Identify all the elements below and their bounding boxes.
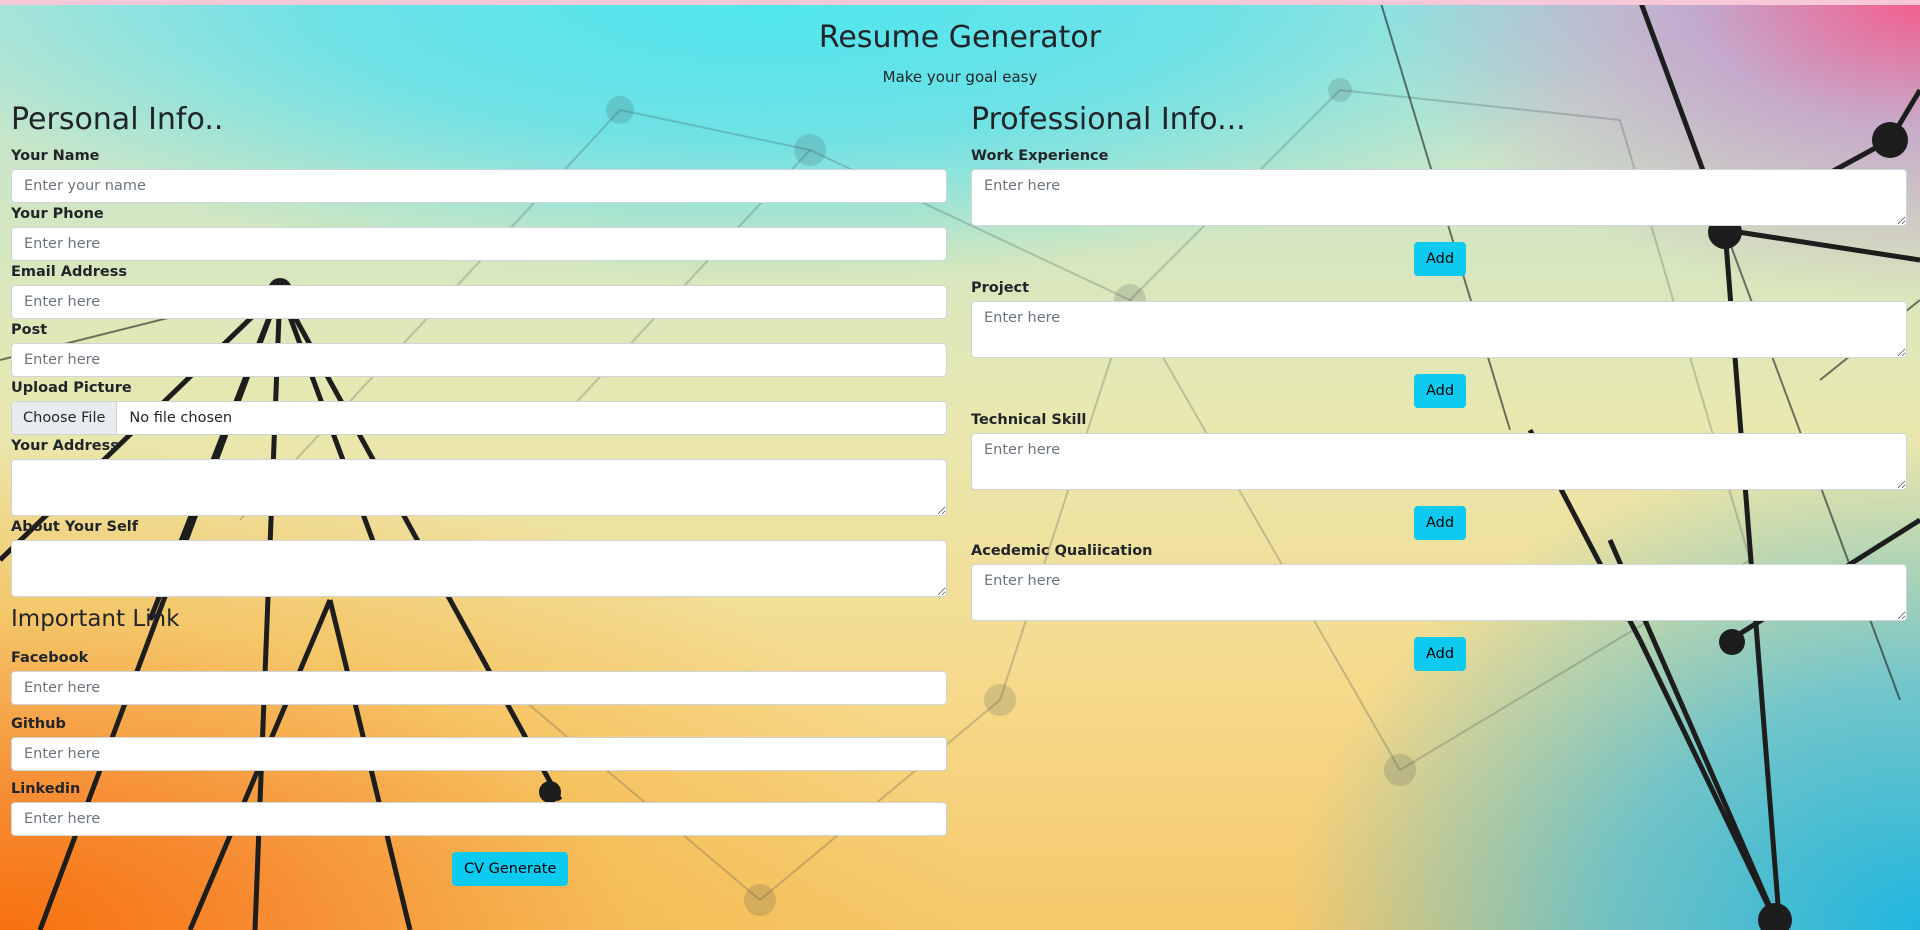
github-input[interactable] [11,737,947,771]
address-textarea[interactable] [11,459,947,516]
email-input[interactable] [11,285,947,319]
page-title: Resume Generator [818,20,1102,55]
add-project-button[interactable]: Add [1414,374,1467,408]
add-technical-skill-button[interactable]: Add [1414,506,1467,540]
upload-picture-label: Upload Picture [11,380,132,396]
name-label: Your Name [11,148,100,164]
about-textarea[interactable] [11,540,947,597]
linkedin-label: Linkedin [11,781,81,797]
file-status: No file chosen [129,410,233,426]
address-label: Your Address [11,438,119,454]
github-label: Github [11,716,66,732]
picture-file-input[interactable]: Choose File No file chosen [11,401,947,435]
personal-info-heading: Personal Info.. [11,102,224,137]
linkedin-input[interactable] [11,802,947,836]
page-subtitle: Make your goal easy [882,68,1038,86]
name-input[interactable] [11,169,947,203]
phone-label: Your Phone [11,206,104,222]
facebook-label: Facebook [11,650,89,666]
cv-generate-button[interactable]: CV Generate [452,852,569,886]
professional-info-heading: Professional Info... [971,102,1246,137]
email-label: Email Address [11,264,128,280]
work-experience-label: Work Experience [971,148,1109,164]
choose-file-button[interactable]: Choose File [12,402,118,434]
academic-qualification-label: Acedemic Qualiication [971,543,1153,559]
about-label: About Your Self [11,519,139,535]
work-experience-textarea[interactable] [971,169,1907,226]
add-work-experience-button[interactable]: Add [1414,242,1467,276]
post-label: Post [11,322,48,338]
facebook-input[interactable] [11,671,947,705]
project-textarea[interactable] [971,301,1907,358]
post-input[interactable] [11,343,947,377]
resume-generator-page: Resume Generator Make your goal easy Per… [0,0,1920,930]
add-academic-qualification-button[interactable]: Add [1414,637,1467,671]
technical-skill-textarea[interactable] [971,433,1907,490]
phone-input[interactable] [11,227,947,261]
important-link-heading: Important Link [11,606,180,632]
technical-skill-label: Technical Skill [971,412,1087,428]
academic-qualification-textarea[interactable] [971,564,1907,621]
project-label: Project [971,280,1030,296]
